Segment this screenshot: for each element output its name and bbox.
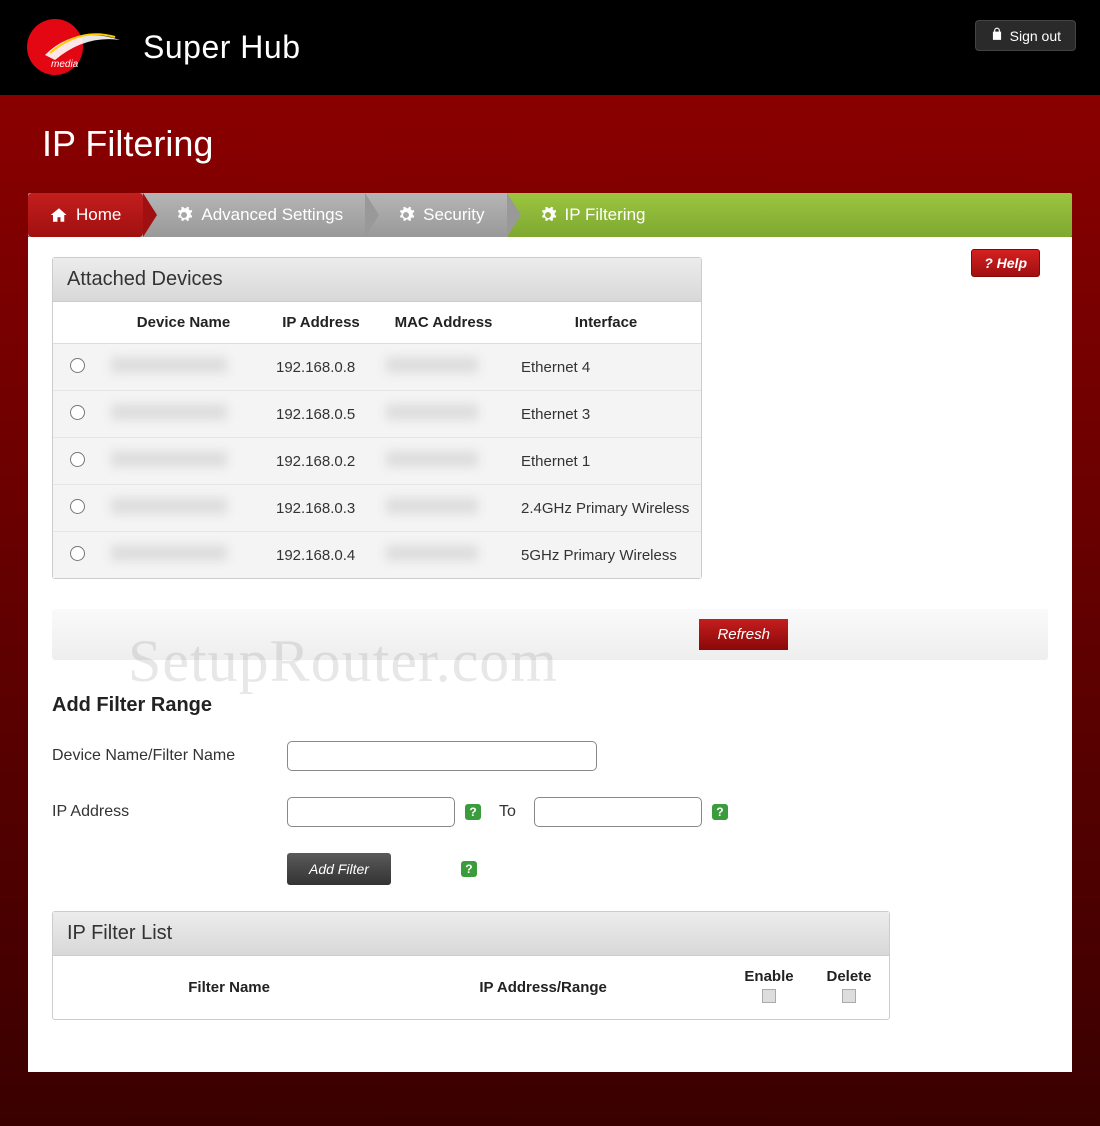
ip-cell: 192.168.0.3 [266, 485, 376, 532]
breadcrumb-home-label: Home [76, 205, 121, 225]
device-name-label: Device Name/Filter Name [52, 747, 287, 765]
breadcrumb-security-label: Security [423, 205, 484, 225]
mac-cell [386, 545, 478, 561]
hint-icon[interactable]: ? [712, 804, 728, 820]
ip-address-label: IP Address [52, 803, 287, 821]
ip-from-input[interactable] [287, 797, 455, 827]
interface-cell: Ethernet 4 [511, 344, 701, 391]
breadcrumb-current-label: IP Filtering [565, 205, 646, 225]
refresh-bar: Refresh [52, 609, 1048, 660]
device-select-radio[interactable] [70, 358, 85, 373]
ip-to-input[interactable] [534, 797, 702, 827]
ip-cell: 192.168.0.5 [266, 391, 376, 438]
col-device-name: Device Name [101, 302, 266, 344]
sign-out-button[interactable]: Sign out [975, 20, 1076, 51]
table-row: 192.168.0.8 Ethernet 4 [53, 344, 701, 391]
add-filter-button[interactable]: Add Filter [287, 853, 391, 885]
table-row: 192.168.0.4 5GHz Primary Wireless [53, 532, 701, 579]
col-enable: Enable [729, 956, 809, 1019]
device-select-radio[interactable] [70, 405, 85, 420]
attached-devices-title: Attached Devices [53, 258, 701, 302]
breadcrumb-security[interactable]: Security [365, 193, 506, 237]
svg-text:media: media [51, 59, 79, 70]
device-select-radio[interactable] [70, 452, 85, 467]
sign-out-label: Sign out [1010, 28, 1061, 44]
refresh-button[interactable]: Refresh [699, 619, 788, 650]
col-delete: Delete [809, 956, 889, 1019]
col-mac-address: MAC Address [376, 302, 511, 344]
device-name-cell [111, 357, 227, 373]
breadcrumb: Home Advanced Settings Security IP Filte… [28, 193, 1072, 237]
page-title: IP Filtering [42, 123, 1072, 165]
ip-cell: 192.168.0.2 [266, 438, 376, 485]
device-name-cell [111, 498, 227, 514]
interface-cell: Ethernet 1 [511, 438, 701, 485]
table-row: 192.168.0.5 Ethernet 3 [53, 391, 701, 438]
interface-cell: 2.4GHz Primary Wireless [511, 485, 701, 532]
ip-cell: 192.168.0.8 [266, 344, 376, 391]
to-label: To [499, 803, 516, 821]
col-filter-name: Filter Name [101, 956, 357, 1019]
breadcrumb-advanced-settings[interactable]: Advanced Settings [143, 193, 365, 237]
main-content: IP Filtering Home Advanced Settings Secu… [0, 95, 1100, 1126]
device-select-radio[interactable] [70, 499, 85, 514]
hint-icon[interactable]: ? [461, 861, 477, 877]
ip-cell: 192.168.0.4 [266, 532, 376, 579]
ip-filter-list-table: Filter Name IP Address/Range Enable Dele… [53, 956, 889, 1019]
table-row: 192.168.0.2 Ethernet 1 [53, 438, 701, 485]
mac-cell [386, 498, 478, 514]
lock-icon [990, 27, 1004, 44]
attached-devices-section: Attached Devices Device Name IP Address … [52, 257, 702, 579]
help-button[interactable]: ? Help [971, 249, 1040, 277]
add-filter-range-title: Add Filter Range [52, 694, 1048, 717]
app-title: Super Hub [143, 29, 300, 66]
ip-filter-list-section: IP Filter List Filter Name IP Address/Ra… [52, 911, 890, 1020]
mac-cell [386, 404, 478, 420]
col-ip-range: IP Address/Range [357, 956, 729, 1019]
virgin-media-logo: media [25, 15, 125, 80]
mac-cell [386, 451, 478, 467]
device-name-cell [111, 545, 227, 561]
ip-filter-list-title: IP Filter List [53, 912, 889, 956]
gear-icon [397, 206, 415, 224]
col-ip-address: IP Address [266, 302, 376, 344]
gear-icon [175, 206, 193, 224]
interface-cell: 5GHz Primary Wireless [511, 532, 701, 579]
breadcrumb-ip-filtering[interactable]: IP Filtering [507, 193, 1072, 237]
delete-all-checkbox[interactable] [842, 989, 856, 1003]
mac-cell [386, 357, 478, 373]
app-header: media Super Hub Sign out [0, 0, 1100, 95]
breadcrumb-advanced-label: Advanced Settings [201, 205, 343, 225]
hint-icon[interactable]: ? [465, 804, 481, 820]
table-row: 192.168.0.3 2.4GHz Primary Wireless [53, 485, 701, 532]
gear-icon [539, 206, 557, 224]
content-panel: ? Help Attached Devices Device Name IP A… [28, 237, 1072, 1072]
attached-devices-table: Device Name IP Address MAC Address Inter… [53, 302, 701, 578]
col-interface: Interface [511, 302, 701, 344]
interface-cell: Ethernet 3 [511, 391, 701, 438]
enable-all-checkbox[interactable] [762, 989, 776, 1003]
home-icon [50, 206, 68, 224]
device-name-cell [111, 451, 227, 467]
breadcrumb-home[interactable]: Home [28, 193, 143, 237]
device-name-cell [111, 404, 227, 420]
filter-name-input[interactable] [287, 741, 597, 771]
device-select-radio[interactable] [70, 546, 85, 561]
